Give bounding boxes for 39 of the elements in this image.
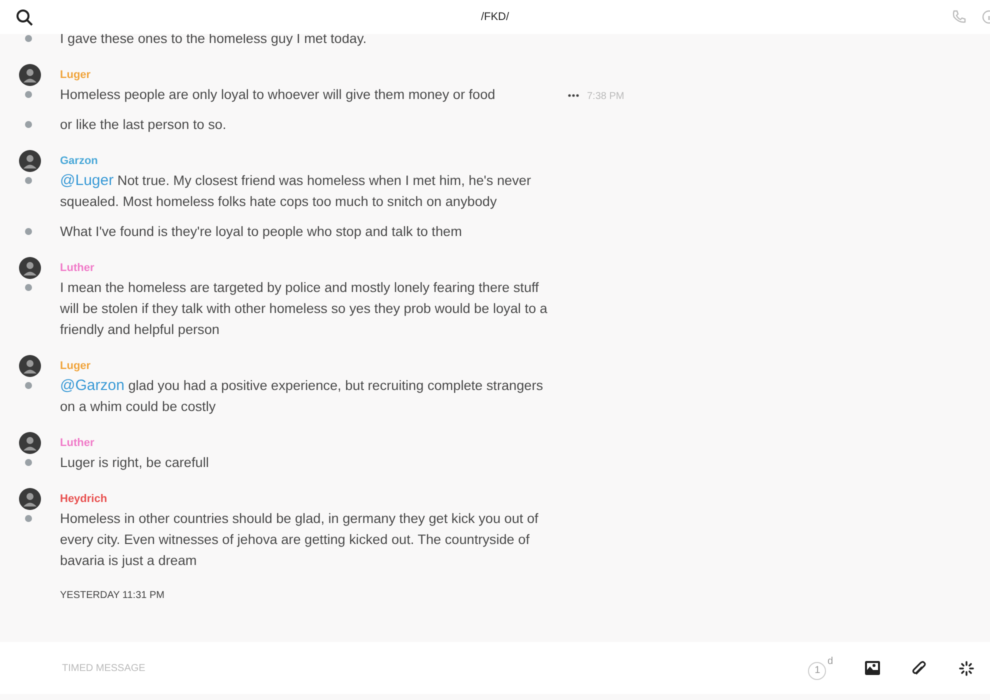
mention-link[interactable]: @Garzon	[60, 377, 124, 394]
status-dot	[24, 91, 32, 98]
day-divider: YESTERDAY 11:31 PM	[60, 589, 166, 603]
status-dot	[24, 35, 32, 42]
avatar[interactable]	[19, 355, 41, 377]
author-name[interactable]: Garzon	[60, 154, 98, 168]
status-dot	[24, 284, 32, 291]
message-text: Homeless in other countries should be glad, in germany they get kick you out of every city. Even witnesses of jehova are getting kicked out. The countryside of bavaria is just a dream	[60, 510, 540, 570]
image-icon[interactable]	[865, 661, 880, 675]
search-icon[interactable]	[16, 8, 33, 26]
avatar[interactable]	[19, 432, 41, 454]
avatar[interactable]	[19, 150, 41, 172]
message-text: What I've found is they're loyal to people who stop and talk to them	[60, 223, 463, 241]
author-name[interactable]: Luger	[60, 359, 91, 373]
author-name[interactable]: Luger	[60, 68, 91, 82]
message-text: or like the last person to so.	[60, 116, 228, 134]
author-name[interactable]: Luther	[60, 436, 94, 450]
channel-title: /FKD/	[480, 10, 510, 25]
author-name[interactable]: Luther	[60, 261, 94, 275]
status-dot	[24, 177, 32, 184]
message-text: Homeless people are only loyal to whoever will give them money or food	[60, 86, 496, 104]
status-dot	[24, 228, 32, 235]
message-text: @Garzon glad you had a positive experience, but recruiting complete strangers on a whim could be costly	[60, 376, 544, 416]
paperclip-icon[interactable]	[912, 660, 927, 676]
mention-link[interactable]: @Luger	[60, 172, 114, 189]
sparkle-icon[interactable]	[959, 660, 974, 676]
avatar[interactable]	[19, 64, 41, 86]
status-dot	[24, 459, 32, 466]
status-dot	[24, 121, 32, 128]
message-text: I mean the homeless are targeted by police and mostly lonely fearing there stuff will be stolen if they talk with other homeless so yes they prob would be loyal to a friendly and helpful person	[60, 279, 548, 339]
author-name[interactable]: Heydrich	[60, 492, 108, 506]
status-dot	[24, 382, 32, 389]
message-input[interactable]: TIMED MESSAGE	[60, 660, 360, 676]
avatar[interactable]	[19, 488, 41, 510]
message-text: Luger is right, be carefull	[60, 454, 210, 472]
avatar[interactable]	[19, 257, 41, 279]
status-dot	[24, 515, 32, 522]
message-text: @Luger Not true. My closest friend was homeless when I met him, he's never squealed. Most homeless folks hate cops too much to snitch on anybody	[60, 171, 532, 211]
message-time: 7:38 PM	[587, 90, 624, 104]
